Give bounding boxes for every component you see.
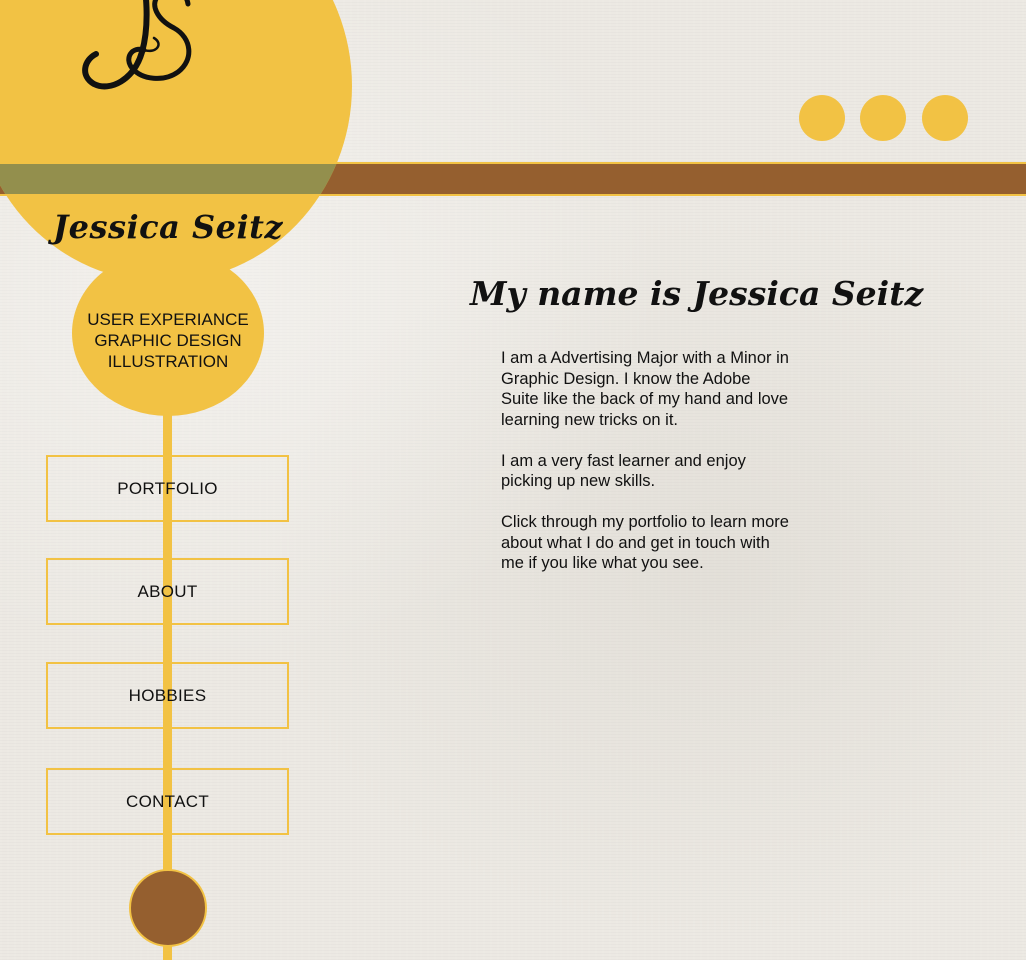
- decor-dot-2: [860, 95, 906, 141]
- services-list: USER EXPERIANCE GRAPHIC DESIGN ILLUSTRAT…: [72, 309, 264, 372]
- nav-label: CONTACT: [126, 791, 209, 811]
- service-item: USER EXPERIANCE: [87, 310, 249, 329]
- about-paragraph: I am a very fast learner and enjoy picki…: [501, 451, 746, 491]
- bottom-circle: [129, 869, 207, 947]
- about-paragraph: Click through my portfolio to learn more…: [501, 513, 789, 572]
- decor-dot-3: [922, 95, 968, 141]
- nav-label: PORTFOLIO: [117, 478, 218, 498]
- nav-label: HOBBIES: [128, 685, 207, 705]
- decor-dot-1: [799, 95, 845, 141]
- service-item: GRAPHIC DESIGN: [94, 331, 242, 350]
- page-title: My name is Jessica Seitz: [470, 274, 924, 313]
- nav-about-button[interactable]: ABOUT: [46, 558, 289, 625]
- logo-name: Jessica Seitz: [52, 208, 284, 246]
- service-item: ILLUSTRATION: [107, 352, 229, 371]
- about-paragraph: I am a Advertising Major with a Minor in…: [501, 349, 789, 429]
- nav-portfolio-button[interactable]: PORTFOLIO: [46, 455, 289, 522]
- logo-band-overlay: [0, 164, 352, 194]
- about-text: I am a Advertising Major with a Minor in…: [501, 348, 791, 594]
- nav-hobbies-button[interactable]: HOBBIES: [46, 662, 289, 729]
- js-monogram-icon: [82, 0, 192, 90]
- nav-label: ABOUT: [137, 581, 198, 601]
- nav-contact-button[interactable]: CONTACT: [46, 768, 289, 835]
